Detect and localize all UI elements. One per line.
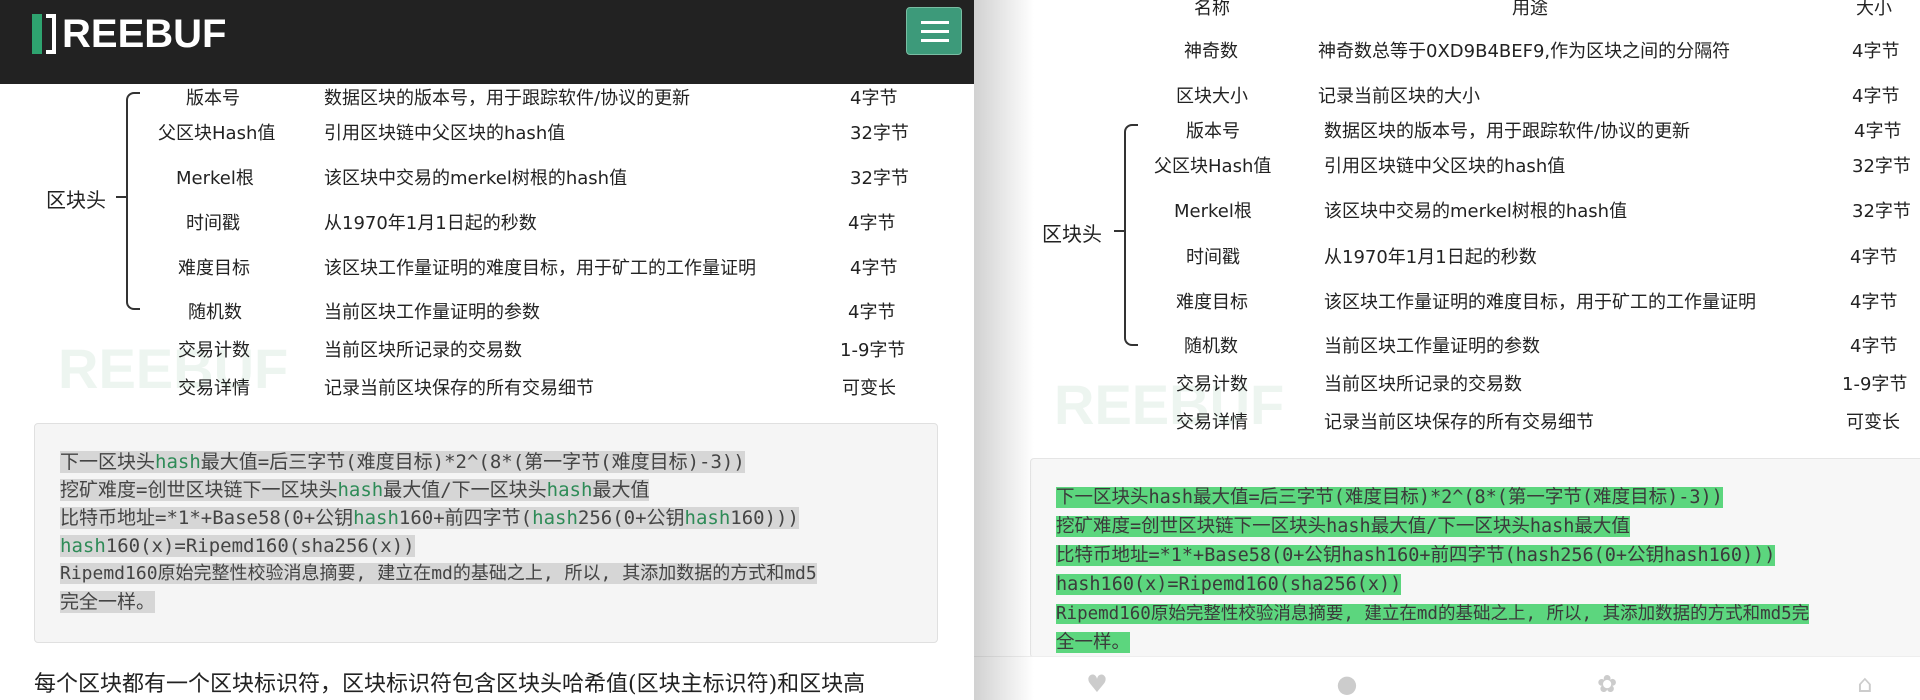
row-name: 版本号 (1186, 121, 1240, 142)
home-icon[interactable]: ⌂ (1852, 671, 1878, 697)
row-use: 记录当前区块保存的所有交易细节 (324, 378, 594, 399)
row-name: Merkel根 (1174, 201, 1252, 222)
row-size: 32字节 (1852, 201, 1911, 222)
row-name: 时间戳 (186, 213, 240, 234)
row-name: 父区块Hash值 (158, 123, 276, 144)
code-line: 下一区块头hash最大值=后三字节(难度目标)*2^(8*(第一字节(难度目标)… (60, 451, 745, 473)
article-paragraph: 每个区块都有一个区块标识符，区块标识符包含区块头哈希值(区块主标识符)和区块高 (34, 672, 866, 697)
code-line: hash160(x)=Ripemd160(sha256(x)) (60, 535, 415, 557)
row-name: 交易详情 (178, 378, 250, 399)
code-line: 比特币地址=*1*+Base58(0+公钥hash160+前四字节(hash25… (1056, 545, 1776, 566)
row-use: 数据区块的版本号，用于跟踪软件/协议的更新 (1324, 121, 1691, 142)
row-name: 交易计数 (1176, 374, 1248, 395)
code-line: Ripemd160原始完整性校验消息摘要, 建立在md的基础之上, 所以, 其添… (1056, 604, 1810, 624)
row-name: 交易计数 (178, 340, 250, 361)
row-size: 4字节 (1850, 292, 1898, 313)
row-size: 1-9字节 (1842, 374, 1908, 395)
block-structure-table: 名称 用途 大小 神奇数 神奇数总等于0XD9B4BEF9,作为区块之间的分隔符… (974, 0, 1920, 440)
code-line: 下一区块头hash最大值=后三字节(难度目标)*2^(8*(第一字节(难度目标)… (1056, 487, 1723, 508)
header-size: 大小 (1856, 0, 1892, 19)
row-name: 难度目标 (1176, 292, 1248, 313)
right-pane: REEBUF 名称 用途 大小 神奇数 神奇数总等于0XD9B4BEF9,作为区… (974, 0, 1920, 700)
row-use: 记录当前区块的大小 (1318, 86, 1480, 107)
row-use: 记录当前区块保存的所有交易细节 (1324, 412, 1594, 433)
left-pane: REEBUF REEBUF 版本号 数据区块的版本号，用于跟踪软件/协议的更新 … (0, 0, 974, 700)
gear-icon[interactable]: ✿ (1594, 671, 1620, 697)
row-use: 数据区块的版本号，用于跟踪软件/协议的更新 (324, 88, 691, 109)
row-use: 该区块中交易的merkel树根的hash值 (324, 168, 628, 189)
brace-tip (116, 196, 128, 198)
row-use: 引用区块链中父区块的hash值 (324, 123, 566, 144)
row-size: 4字节 (848, 213, 896, 234)
row-name: 区块大小 (1176, 86, 1248, 107)
code-line: 挖矿难度=创世区块链下一区块头hash最大值/下一区块头hash最大值 (1056, 516, 1630, 537)
row-size: 32字节 (850, 168, 909, 189)
brace-upper (1124, 124, 1138, 230)
block-header-table: 版本号 数据区块的版本号，用于跟踪软件/协议的更新 4字节 父区块Hash值 引… (0, 0, 974, 420)
row-name: Merkel根 (176, 168, 254, 189)
row-use: 该区块工作量证明的难度目标，用于矿工的工作量证明 (324, 258, 756, 279)
row-size: 4字节 (1850, 247, 1898, 268)
brace-lower (1124, 230, 1138, 346)
row-size: 4字节 (1852, 86, 1900, 107)
brace-lower (126, 196, 140, 310)
row-size: 32字节 (850, 123, 909, 144)
heart-icon[interactable]: ♥ (1084, 671, 1110, 697)
row-size: 可变长 (1846, 412, 1900, 433)
row-use: 该区块中交易的merkel树根的hash值 (1324, 201, 1628, 222)
group-label: 区块头 (1042, 222, 1102, 246)
code-line: 全一样。 (1056, 632, 1131, 653)
code-line: 完全一样。 (60, 591, 156, 613)
row-use: 当前区块工作量证明的参数 (1324, 336, 1540, 357)
row-name: 神奇数 (1184, 41, 1238, 62)
row-size: 4字节 (850, 88, 898, 109)
row-name: 随机数 (1184, 336, 1238, 357)
user-icon[interactable]: ● (1334, 671, 1360, 697)
row-size: 4字节 (1852, 41, 1900, 62)
row-use: 神奇数总等于0XD9B4BEF9,作为区块之间的分隔符 (1318, 41, 1731, 62)
row-use: 从1970年1月1日起的秒数 (324, 213, 537, 234)
row-size: 4字节 (850, 258, 898, 279)
code-line: Ripemd160原始完整性校验消息摘要, 建立在md的基础之上, 所以, 其添… (60, 563, 817, 584)
row-use: 从1970年1月1日起的秒数 (1324, 247, 1537, 268)
row-use: 引用区块链中父区块的hash值 (1324, 156, 1566, 177)
row-use: 该区块工作量证明的难度目标，用于矿工的工作量证明 (1324, 292, 1756, 313)
header-use: 用途 (1512, 0, 1548, 19)
row-name: 父区块Hash值 (1154, 156, 1272, 177)
row-size: 4字节 (848, 302, 896, 323)
code-line: 比特币地址=*1*+Base58(0+公钥hash160+前四字节(hash25… (60, 507, 799, 529)
bottom-toolbar: ♥ ● ✿ ⌂ (974, 656, 1920, 700)
brace-upper (126, 92, 140, 196)
row-name: 难度目标 (178, 258, 250, 279)
group-label: 区块头 (46, 188, 106, 212)
row-size: 1-9字节 (840, 340, 906, 361)
row-use: 当前区块所记录的交易数 (1324, 374, 1522, 395)
row-use: 当前区块工作量证明的参数 (324, 302, 540, 323)
row-size: 32字节 (1852, 156, 1911, 177)
row-size: 可变长 (842, 378, 896, 399)
row-name: 随机数 (188, 302, 242, 323)
header-name: 名称 (1194, 0, 1230, 19)
pane-divider-shadow (974, 0, 1034, 700)
row-use: 当前区块所记录的交易数 (324, 340, 522, 361)
row-name: 交易详情 (1176, 412, 1248, 433)
row-name: 时间戳 (1186, 247, 1240, 268)
row-name: 版本号 (186, 88, 240, 109)
row-size: 4字节 (1850, 336, 1898, 357)
brace-tip (1114, 230, 1126, 232)
code-line: 挖矿难度=创世区块链下一区块头hash最大值/下一区块头hash最大值 (60, 479, 650, 501)
row-size: 4字节 (1854, 121, 1902, 142)
code-line: hash160(x)=Ripemd160(sha256(x)) (1056, 574, 1402, 595)
